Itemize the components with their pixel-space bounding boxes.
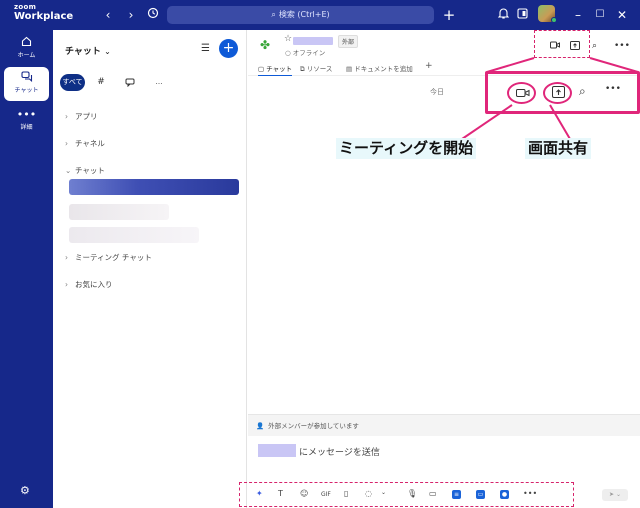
title-bar: zoom Workplace ‹ › ⌕ 検索 (Ctrl+E) + – ☐ ✕: [0, 0, 640, 30]
chat-icon: [4, 71, 49, 85]
logo-text-bottom: Workplace: [14, 11, 74, 22]
maximize-icon[interactable]: ☐: [592, 7, 608, 23]
new-icon[interactable]: +: [441, 7, 457, 23]
more-icon: •••: [16, 108, 37, 121]
chat-item[interactable]: [69, 227, 199, 243]
panel-title[interactable]: チャット ⌄: [65, 44, 111, 57]
app-icon-2[interactable]: ▭: [476, 490, 485, 499]
nav-item-more[interactable]: ••• 詳細: [4, 104, 49, 138]
chat-item[interactable]: [69, 204, 169, 220]
gif-icon[interactable]: GIF: [321, 491, 331, 498]
recipient-name-redacted: [258, 444, 296, 457]
chip-channels[interactable]: #: [92, 74, 110, 91]
section-channels[interactable]: › チャネル: [65, 138, 105, 149]
close-icon[interactable]: ✕: [614, 7, 630, 23]
chip-more[interactable]: …: [150, 74, 168, 91]
conversation-pane: ✤ ☆ 外部 ○ オフライン ⌕ ••• ▢ チャット ⧉ リソース ▤ ドキュ…: [239, 30, 640, 508]
home-icon: [4, 36, 49, 50]
section-favorites[interactable]: › お気に入り: [65, 279, 113, 290]
nav-item-home[interactable]: ホーム: [4, 32, 49, 66]
text-format-icon[interactable]: T: [278, 489, 283, 498]
emoji-icon[interactable]: ☺: [300, 489, 308, 498]
app-icon-3[interactable]: ●: [500, 490, 509, 499]
microphone-icon[interactable]: 🎙: [407, 489, 417, 498]
logo-text-top: zoom: [14, 3, 37, 11]
person-icon: 👤: [256, 422, 265, 430]
chevron-down-icon: ⌄: [104, 47, 111, 56]
file-icon[interactable]: ▯: [344, 489, 348, 498]
ai-sparkle-icon[interactable]: ✦: [256, 489, 263, 498]
forward-arrow-icon[interactable]: ›: [123, 7, 139, 23]
message-input[interactable]: にメッセージを送信: [299, 445, 380, 458]
bell-icon[interactable]: [495, 7, 511, 23]
chat-item-selected[interactable]: [69, 179, 239, 195]
settings-gear-icon[interactable]: ⚙: [20, 484, 30, 497]
filter-icon[interactable]: ☰: [201, 43, 210, 54]
app-icon-1[interactable]: ≡: [452, 490, 461, 499]
section-meeting-chats[interactable]: › ミーティング チャット: [65, 252, 152, 263]
search-icon: ⌕: [271, 10, 276, 19]
new-chat-button[interactable]: +: [219, 39, 238, 58]
nav-label-chat: チャット: [14, 87, 39, 94]
video-message-icon[interactable]: ▭: [429, 489, 437, 498]
chevron-right-icon: ›: [65, 253, 68, 262]
chip-chats[interactable]: [121, 74, 139, 91]
history-icon[interactable]: [145, 7, 161, 23]
left-nav: ホーム チャット ••• 詳細 ⚙: [0, 30, 53, 508]
presence-dot: [551, 17, 557, 23]
window-icon[interactable]: [514, 7, 530, 23]
nav-label-more: 詳細: [20, 124, 33, 131]
chevron-right-icon: ›: [65, 280, 68, 289]
more-tools-icon[interactable]: •••: [523, 489, 537, 498]
minimize-icon[interactable]: –: [570, 7, 586, 23]
chevron-right-icon: ›: [65, 112, 68, 121]
annotation-start-meeting: ミーティングを開始: [336, 138, 477, 159]
search-bar[interactable]: ⌕ 検索 (Ctrl+E): [167, 6, 434, 24]
chip-all[interactable]: すべて: [60, 74, 85, 91]
chat-list-panel: チャット ⌄ ☰ + すべて # … › アプリ › チャネル ⌄ チャット › ミーテ…: [53, 30, 247, 508]
external-notice-bar: 👤 外部メンバーが参加しています: [248, 414, 640, 436]
nav-label-home: ホーム: [17, 52, 36, 59]
screenshot-icon[interactable]: ◌: [365, 489, 372, 498]
nav-item-chat[interactable]: チャット: [4, 67, 49, 101]
search-label: 検索 (Ctrl+E): [278, 10, 330, 19]
chevron-down-icon[interactable]: ⌄: [381, 489, 386, 496]
annotation-screen-share: 画面共有: [525, 138, 592, 159]
chevron-down-icon: ⌄: [65, 166, 72, 175]
send-button[interactable]: ➤ ⌄: [602, 489, 628, 501]
section-apps[interactable]: › アプリ: [65, 111, 98, 122]
chevron-right-icon: ›: [65, 139, 68, 148]
back-arrow-icon[interactable]: ‹: [100, 7, 116, 23]
app-logo: zoom Workplace: [14, 4, 73, 22]
section-chats[interactable]: ⌄ チャット: [65, 165, 105, 176]
composer-toolbar-highlight: ✦ T ☺ GIF ▯ ◌ ⌄ 🎙 ▭ ≡ ▭ ● •••: [239, 482, 574, 507]
